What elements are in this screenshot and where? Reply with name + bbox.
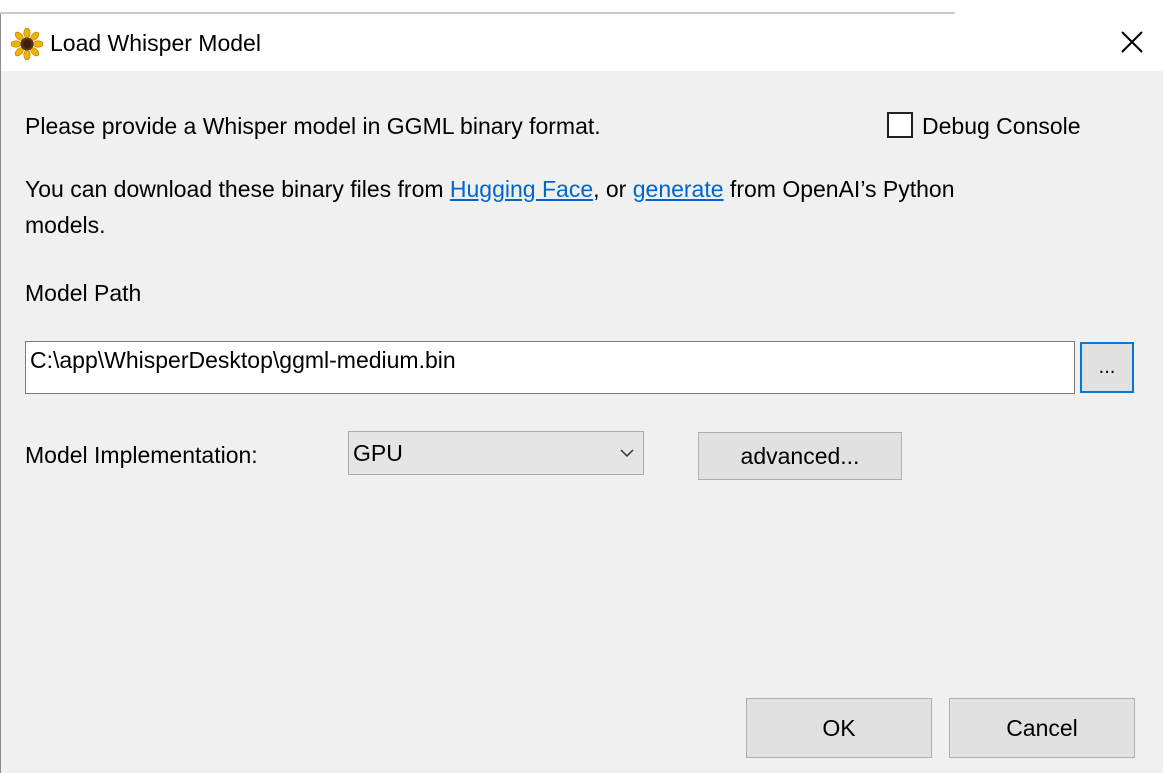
title-bar: Load Whisper Model [1,14,1163,71]
model-path-label: Model Path [25,280,142,306]
download-info-text: You can download these binary files from… [25,176,955,202]
selected-implementation: GPU [353,440,403,466]
load-model-dialog: Load Whisper Model Please provide a Whis… [0,14,1163,773]
sunflower-icon [11,28,43,60]
background-window-edge [0,0,1163,14]
ok-button[interactable]: OK [746,698,932,758]
generate-link[interactable]: generate [633,176,724,202]
hugging-face-link[interactable]: Hugging Face [450,176,593,202]
chevron-down-icon [620,449,634,458]
model-implementation-select[interactable]: GPU [348,431,644,475]
advanced-button[interactable]: advanced... [698,432,902,480]
close-icon[interactable] [1117,27,1147,57]
download-info-text-line2: models. [25,212,106,238]
browse-button[interactable]: ... [1080,342,1134,393]
model-implementation-label: Model Implementation: [25,442,258,468]
model-path-input[interactable]: C:\app\WhisperDesktop\ggml-medium.bin [25,341,1075,394]
intro-text: Please provide a Whisper model in GGML b… [25,113,601,139]
debug-console-checkbox[interactable] [887,112,913,138]
debug-console-label[interactable]: Debug Console [922,112,1081,140]
dialog-title: Load Whisper Model [50,30,261,56]
cancel-button[interactable]: Cancel [949,698,1135,758]
